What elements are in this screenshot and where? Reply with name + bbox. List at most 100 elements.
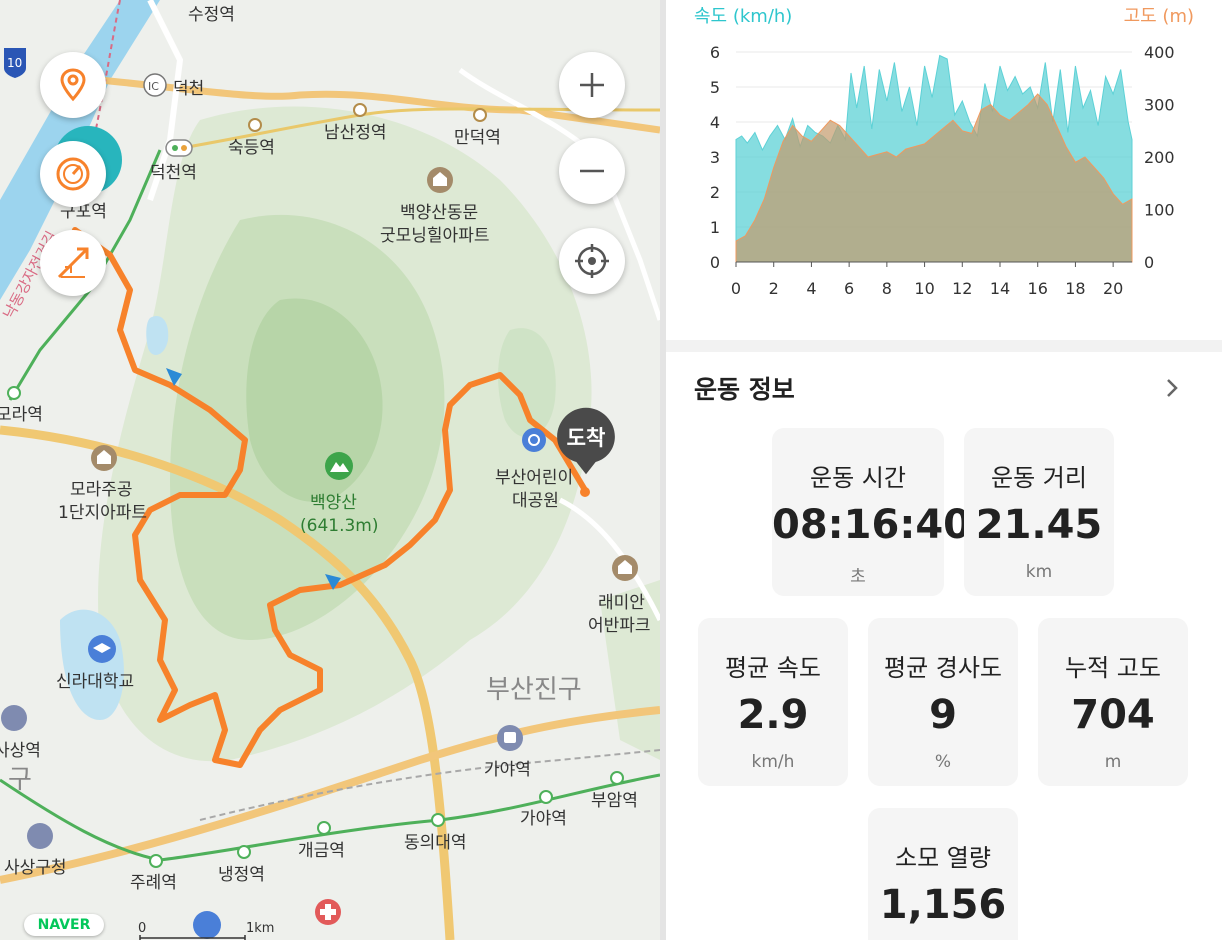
station-dot bbox=[248, 118, 262, 132]
chevron-right-icon[interactable] bbox=[1160, 376, 1184, 400]
x-tick-label: 6 bbox=[844, 279, 854, 298]
district-label: 부산진구 bbox=[486, 675, 582, 705]
map-label: 동의대역 bbox=[404, 833, 467, 853]
y-left-tick-label: 1 bbox=[710, 218, 720, 237]
section-title: 운동 정보 bbox=[694, 375, 795, 404]
station-dot bbox=[431, 813, 445, 827]
location-pin-button[interactable] bbox=[40, 52, 106, 118]
y-left-tick-label: 2 bbox=[710, 183, 720, 202]
map-label: 백양산동문 bbox=[400, 203, 478, 223]
y-right-tick-label: 100 bbox=[1144, 201, 1175, 220]
map-label: 신라대학교 bbox=[56, 672, 134, 692]
minus-icon bbox=[580, 169, 604, 173]
station-dot bbox=[317, 821, 331, 835]
scale-bar bbox=[139, 935, 246, 940]
y-left-tick-label: 6 bbox=[710, 43, 720, 62]
elevation-button[interactable] bbox=[40, 230, 106, 296]
total-ascent-card: 누적 고도 704 m bbox=[1038, 618, 1188, 786]
distance-unit: km bbox=[1025, 562, 1053, 582]
map-view[interactable]: 수정역 IC 덕천 숙등역 남산정역 만덕역 덕천역 구포역 백양산동문 굿모닝… bbox=[0, 0, 660, 940]
y-right-tick-label: 400 bbox=[1144, 43, 1175, 62]
map-label: 래미안 bbox=[598, 593, 645, 613]
map-label: 부암역 bbox=[591, 791, 638, 811]
station-dot bbox=[473, 108, 487, 122]
map-label: 어반파크 bbox=[588, 616, 651, 636]
avg-speed-unit: km/h bbox=[751, 752, 795, 772]
calories-card: 소모 열량 1,156 bbox=[868, 808, 1018, 940]
map-label: 덕천 bbox=[173, 79, 204, 99]
duration-card: 운동 시간 08:16:40 초 bbox=[772, 428, 971, 596]
map-label: (641.3m) bbox=[300, 516, 379, 536]
avg-speed-card: 평균 속도 2.9 km/h bbox=[698, 618, 848, 786]
calories-value: 1,156 bbox=[879, 882, 1007, 928]
speedometer-button[interactable] bbox=[40, 141, 106, 207]
map-label: 0 bbox=[138, 921, 146, 936]
x-tick-label: 2 bbox=[769, 279, 779, 298]
map-label: 숙등역 bbox=[228, 138, 275, 158]
y-left-tick-label: 4 bbox=[710, 113, 720, 132]
total-ascent-unit: m bbox=[1104, 752, 1122, 772]
map-label: 대공원 bbox=[512, 491, 559, 511]
zoom-out-button[interactable] bbox=[559, 138, 625, 204]
y-right-tick-label: 200 bbox=[1144, 148, 1175, 167]
duration-value: 08:16:40 bbox=[772, 502, 971, 548]
y-left-tick-label: 0 bbox=[710, 253, 720, 272]
x-tick-label: 20 bbox=[1103, 279, 1123, 298]
map-label: 백양산 bbox=[310, 493, 357, 513]
duration-label: 운동 시간 bbox=[810, 464, 906, 492]
map-label: 가야역 bbox=[520, 809, 567, 829]
elevation-icon bbox=[57, 247, 89, 279]
park-icon bbox=[522, 428, 546, 452]
x-tick-label: 0 bbox=[731, 279, 741, 298]
x-tick-label: 12 bbox=[952, 279, 972, 298]
x-tick-label: 16 bbox=[1028, 279, 1048, 298]
speed-altitude-chart: 012345601002003004000 2 4 6 8 10 12 14 16 18 20 bbox=[710, 43, 1175, 298]
map-label: 덕천역 bbox=[150, 163, 197, 183]
map-label: 사상구청 bbox=[4, 858, 67, 878]
x-tick-label: 10 bbox=[914, 279, 934, 298]
zoom-in-button[interactable] bbox=[559, 52, 625, 118]
distance-value: 21.45 bbox=[975, 502, 1103, 548]
transfer-station-icon bbox=[165, 139, 193, 157]
station-dot bbox=[353, 103, 367, 117]
map-label: 굿모닝힐아파트 bbox=[380, 226, 489, 246]
map-label: 1km bbox=[246, 921, 274, 936]
map-label: 1단지아파트 bbox=[58, 503, 147, 523]
y-right-tick-label: 300 bbox=[1144, 96, 1175, 115]
plus-icon bbox=[580, 73, 604, 97]
map-label: 모라역 bbox=[0, 405, 43, 425]
map-label: 사상역 bbox=[0, 741, 41, 761]
location-pin-icon bbox=[60, 68, 86, 102]
recenter-button[interactable] bbox=[559, 228, 625, 294]
avg-grade-card: 평균 경사도 9 % bbox=[868, 618, 1018, 786]
map-label: IC bbox=[148, 80, 159, 93]
avg-grade-label: 평균 경사도 bbox=[883, 654, 1003, 682]
y-left-tick-label: 3 bbox=[710, 148, 720, 167]
route-end-dot bbox=[580, 487, 590, 497]
map-label: 냉정역 bbox=[218, 865, 265, 885]
x-tick-label: 8 bbox=[882, 279, 892, 298]
naver-logo: NAVER bbox=[24, 914, 104, 936]
station-dot bbox=[237, 845, 251, 859]
section-separator bbox=[666, 340, 1222, 352]
duration-unit: 초 bbox=[850, 567, 866, 587]
station-dot bbox=[610, 771, 624, 785]
map-label: 수정역 bbox=[188, 5, 235, 25]
avg-grade-value: 9 bbox=[929, 692, 957, 738]
arrival-label: 도착 bbox=[566, 426, 606, 450]
map-label: 개금역 bbox=[298, 841, 345, 861]
station-dot bbox=[149, 854, 163, 868]
y-left-tick-label: 5 bbox=[710, 78, 720, 97]
avg-grade-unit: % bbox=[934, 752, 952, 772]
university-icon bbox=[193, 911, 221, 939]
x-tick-label: 18 bbox=[1065, 279, 1085, 298]
total-ascent-value: 704 bbox=[1071, 692, 1155, 738]
y-right-tick-label: 0 bbox=[1144, 253, 1154, 272]
crosshair-icon bbox=[575, 244, 609, 278]
distance-label: 운동 거리 bbox=[991, 464, 1087, 492]
workout-detail-panel: 속도 (km/h) 고도 (m) 0 1 2 3 4 5 6 0 100 200 300 400 0 2 4… bbox=[666, 0, 1222, 940]
map-label: 10 bbox=[7, 56, 22, 70]
distance-card: 운동 거리 21.45 km bbox=[964, 428, 1114, 596]
government-office-icon bbox=[27, 823, 53, 849]
station-dot bbox=[539, 790, 553, 804]
